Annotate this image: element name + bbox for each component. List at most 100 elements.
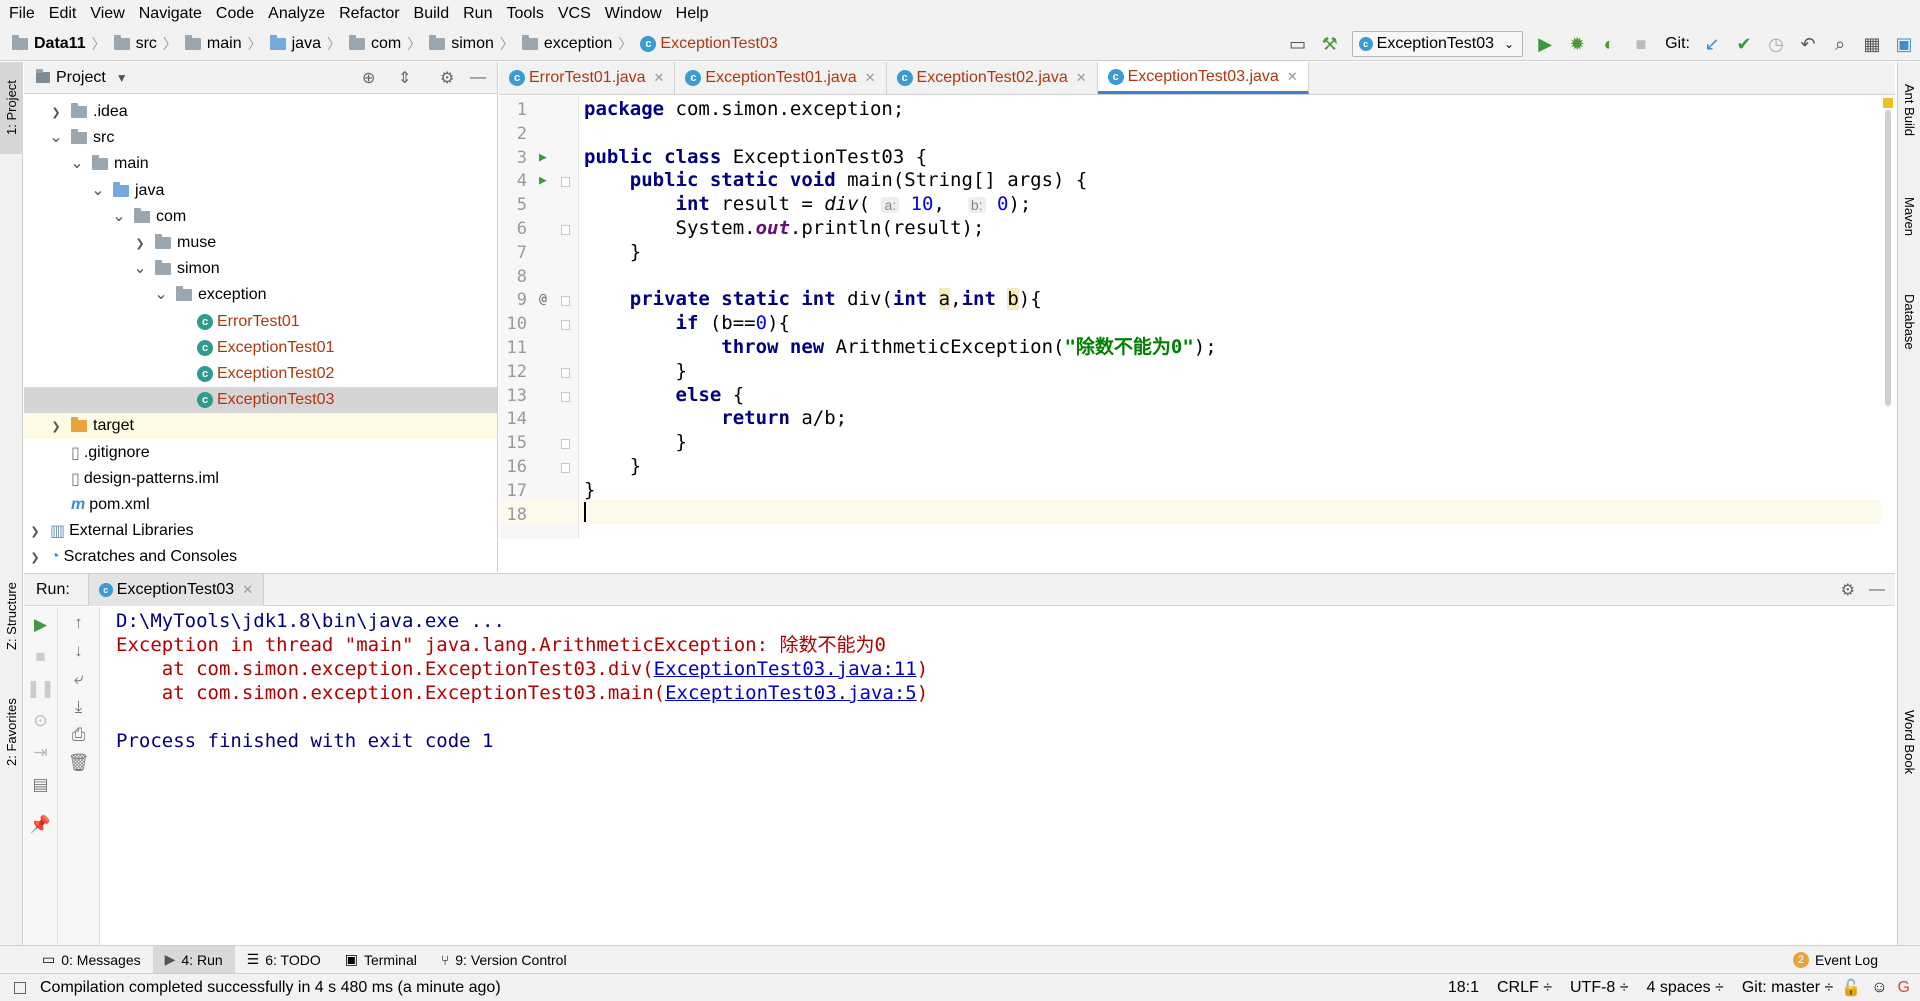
chevron-right-icon[interactable]: ❯ <box>49 420 63 433</box>
tree-item-external-libraries[interactable]: ❯ ▥ External Libraries <box>24 518 497 544</box>
stack-link-div[interactable]: ExceptionTest03.java:11 <box>654 658 917 680</box>
restore-layout-icon[interactable]: ⇥ <box>24 743 57 763</box>
print-icon[interactable]: ⎙ <box>58 725 99 745</box>
pin-icon[interactable]: 📌 <box>24 815 57 835</box>
fold-marker-icon[interactable] <box>561 320 570 331</box>
menu-edit[interactable]: Edit <box>42 0 84 27</box>
menu-run[interactable]: Run <box>456 0 499 27</box>
close-icon[interactable]: ✕ <box>654 70 665 86</box>
chevron-right-icon[interactable]: ❯ <box>133 237 147 250</box>
tree-item-com[interactable]: ⌄ com <box>24 204 497 230</box>
tree-item-exceptiontest01[interactable]: c ExceptionTest01 <box>24 335 497 361</box>
tree-item-pom-xml[interactable]: m pom.xml <box>24 492 497 518</box>
locate-icon[interactable]: ⊕ <box>362 68 375 88</box>
fold-marker-icon[interactable] <box>561 391 570 402</box>
tab-favorites[interactable]: 2: Favorites <box>0 682 23 782</box>
tree-item-exceptiontest03[interactable]: c ExceptionTest03 <box>24 387 497 414</box>
chevron-down-icon[interactable]: ⌄ <box>91 182 105 198</box>
run-gutter-icon[interactable]: ▶ <box>539 150 547 165</box>
tab-exceptiontest03[interactable]: c ExceptionTest03.java ✕ <box>1097 62 1309 94</box>
chevron-down-icon[interactable]: ⌄ <box>70 156 84 172</box>
search-icon[interactable]: ⌕ <box>1824 27 1856 61</box>
rerun-icon[interactable]: ▶ <box>24 615 57 635</box>
tab-structure[interactable]: Z: Structure <box>0 570 23 662</box>
inspector-icon[interactable]: ☺ <box>1871 979 1887 997</box>
event-log[interactable]: 2 Event Log <box>1781 946 1890 974</box>
tree-item-errortest01[interactable]: c ErrorTest01 <box>24 309 497 335</box>
chevron-down-icon[interactable]: ▼ <box>116 71 128 85</box>
run-tab-exceptiontest03[interactable]: c ExceptionTest03 ✕ <box>87 573 265 606</box>
tree-item-exception[interactable]: ⌄ exception <box>24 282 497 308</box>
project-structure-icon[interactable]: ▦ <box>1856 27 1888 61</box>
google-icon[interactable]: G <box>1898 979 1910 997</box>
dump-threads-icon[interactable]: ⊙ <box>24 711 57 731</box>
tab-version-control[interactable]: ⑂ 9: Version Control <box>429 946 579 974</box>
fold-marker-icon[interactable] <box>561 296 570 307</box>
fold-marker-icon[interactable] <box>561 177 570 188</box>
tree-item-src[interactable]: ⌄ src <box>24 125 497 151</box>
editor-scrollbar[interactable] <box>1881 96 1895 539</box>
stop-icon[interactable]: ■ <box>24 647 57 667</box>
breadcrumb-file[interactable]: c ExceptionTest03 <box>632 35 778 53</box>
menu-navigate[interactable]: Navigate <box>132 0 209 27</box>
trash-icon[interactable]: 🗑 <box>58 753 99 773</box>
console-output[interactable]: D:\MyTools\jdk1.8\bin\java.exe ... Excep… <box>116 607 1895 945</box>
arrow-up-icon[interactable]: ↑ <box>58 613 99 633</box>
run-configuration-select[interactable]: c ExceptionTest03 ⌄ <box>1351 31 1524 57</box>
tab-exceptiontest01[interactable]: c ExceptionTest01.java ✕ <box>675 62 887 94</box>
close-icon[interactable]: ✕ <box>1287 69 1298 85</box>
tab-maven[interactable]: Maven <box>1898 172 1920 262</box>
fold-marker-icon[interactable] <box>561 225 570 235</box>
indent-setting[interactable]: 4 spaces ÷ <box>1647 979 1724 997</box>
menu-view[interactable]: View <box>83 0 131 27</box>
tree-item-idea[interactable]: ❯ .idea <box>24 99 497 125</box>
tree-item-target[interactable]: ❯ target <box>24 413 497 440</box>
menu-window[interactable]: Window <box>598 0 669 27</box>
tab-exceptiontest02[interactable]: c ExceptionTest02.java ✕ <box>887 62 1098 94</box>
close-icon[interactable]: ✕ <box>242 582 253 598</box>
git-commit-icon[interactable]: ✔ <box>1728 27 1760 61</box>
tab-ant-build[interactable]: Ant Build <box>1898 62 1920 158</box>
collapse-icon[interactable]: ⇕ <box>398 68 411 88</box>
close-icon[interactable]: ✕ <box>865 70 876 86</box>
soft-wrap-icon[interactable]: ⤶ <box>58 669 99 689</box>
gear-icon[interactable]: ⚙ <box>440 68 454 88</box>
tab-messages[interactable]: ▭ 0: Messages <box>30 946 153 974</box>
rollback-icon[interactable]: ↶ <box>1792 27 1824 61</box>
tab-word-book[interactable]: Word Book <box>1898 682 1920 802</box>
scroll-to-end-icon[interactable]: ⤓ <box>58 697 99 717</box>
chevron-down-icon[interactable]: ⌄ <box>49 130 63 146</box>
close-icon[interactable]: ✕ <box>1076 70 1087 86</box>
breadcrumb-exception[interactable]: exception 〉 <box>514 34 632 54</box>
build-hammer-icon[interactable]: ⚒ <box>1314 27 1346 61</box>
tab-terminal[interactable]: ▣ Terminal <box>333 946 429 974</box>
tree-item-main[interactable]: ⌄ main <box>24 151 497 177</box>
arrow-down-icon[interactable]: ↓ <box>58 641 99 661</box>
tab-todo[interactable]: ☰ 6: TODO <box>235 946 333 974</box>
chevron-right-icon[interactable]: ❯ <box>28 525 42 538</box>
status-message[interactable]: Compilation completed successfully in 4 … <box>40 979 501 997</box>
tree-item-scratches-and-consoles[interactable]: ❯ ◔ Scratches and Consoles <box>24 544 497 570</box>
tree-item-muse[interactable]: ❯ muse <box>24 230 497 256</box>
breadcrumb-com[interactable]: com 〉 <box>341 34 421 54</box>
tree-item-gitignore[interactable]: ▯ .gitignore <box>24 439 497 465</box>
tab-database[interactable]: Database <box>1898 272 1920 372</box>
hide-icon[interactable]: — <box>470 69 486 87</box>
run-gutter-icon[interactable]: ▶ <box>539 173 547 188</box>
hide-icon[interactable]: — <box>1869 581 1885 599</box>
menu-refactor[interactable]: Refactor <box>332 0 406 27</box>
lock-icon[interactable]: 🔓 <box>1841 978 1861 998</box>
tree-item-simon[interactable]: ⌄ simon <box>24 256 497 282</box>
run-icon[interactable]: ▶ <box>1529 27 1561 61</box>
coverage-icon[interactable]: ◐ <box>1593 27 1625 61</box>
breadcrumb-src[interactable]: src 〉 <box>106 34 177 54</box>
file-encoding[interactable]: UTF-8 ÷ <box>1570 979 1629 997</box>
tab-errortest01[interactable]: c ErrorTest01.java ✕ <box>499 62 676 94</box>
history-icon[interactable]: ◷ <box>1760 27 1792 61</box>
pause-icon[interactable]: ❚❚ <box>24 679 57 699</box>
line-separator[interactable]: CRLF ÷ <box>1497 979 1552 997</box>
breadcrumb-java[interactable]: java 〉 <box>262 34 341 54</box>
tree-item-design-patterns-iml[interactable]: ▯ design-patterns.iml <box>24 466 497 492</box>
caret-position[interactable]: 18:1 <box>1448 979 1479 997</box>
git-branch[interactable]: Git: master ÷ <box>1742 979 1833 997</box>
